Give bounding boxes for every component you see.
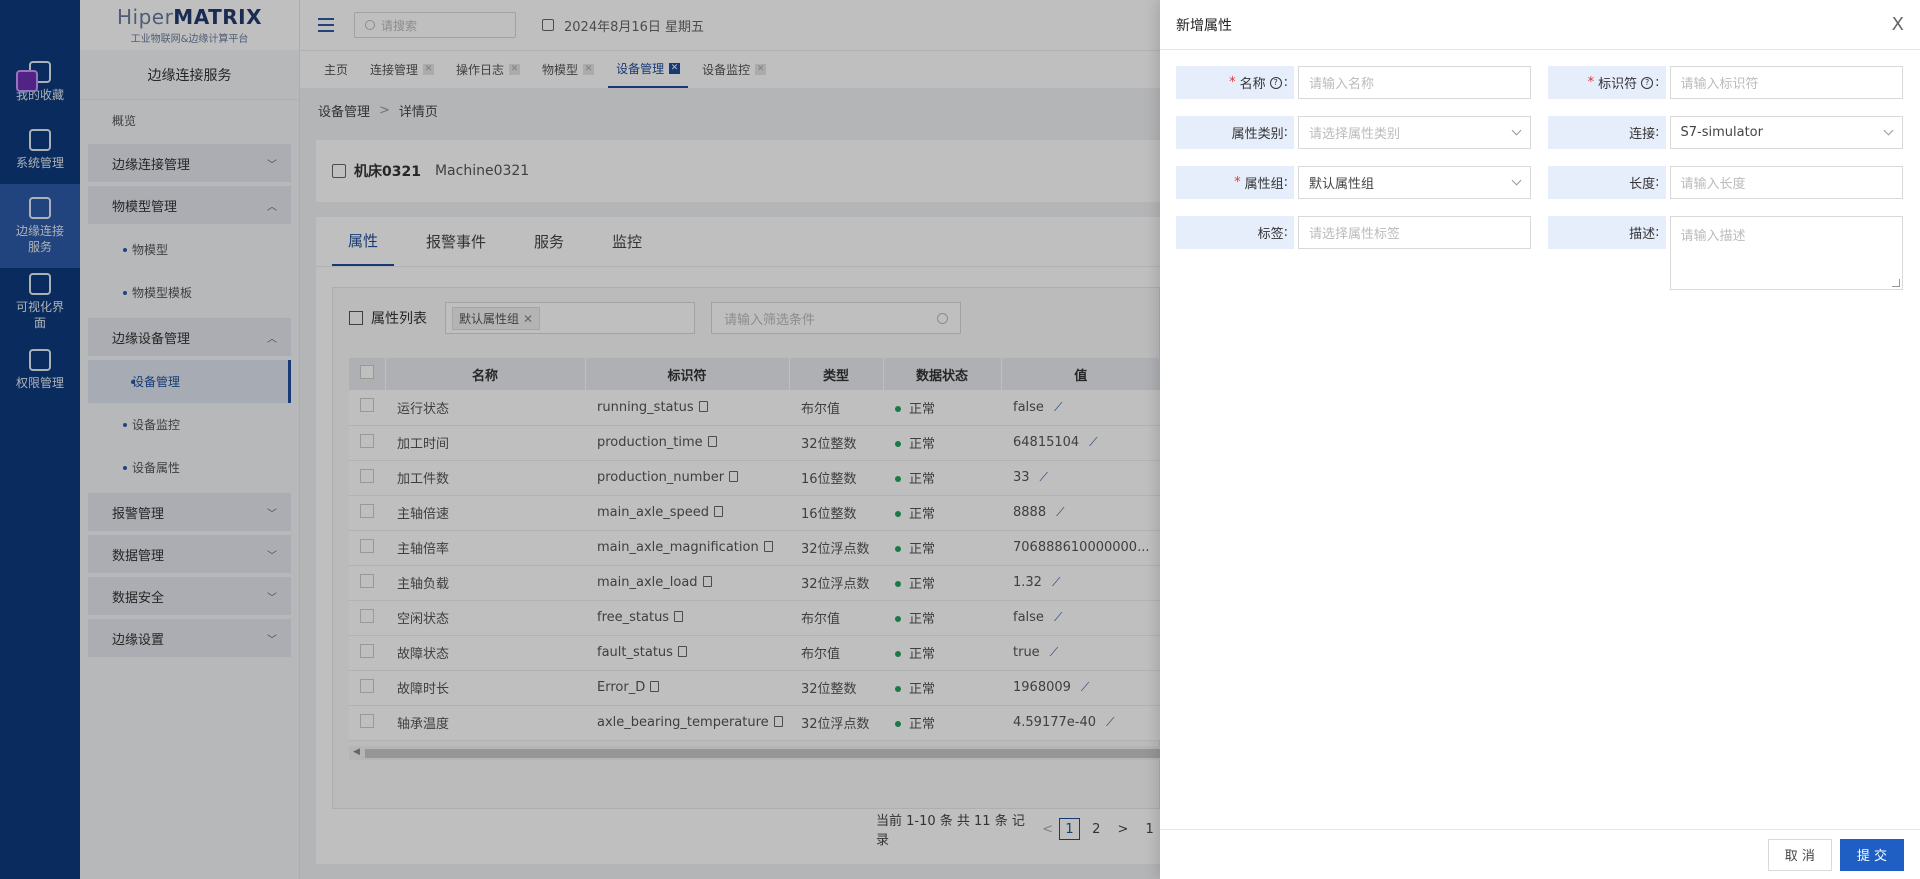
field-name: * 名称?: 请输入名称: [1176, 66, 1533, 99]
tags-select[interactable]: 请选择属性标签: [1298, 216, 1531, 249]
modal-overlay[interactable]: [0, 0, 1160, 879]
chevron-down-icon: [1511, 175, 1522, 186]
tags-label: 标签: [1257, 227, 1284, 242]
field-group: * 属性组: 默认属性组: [1176, 166, 1533, 199]
category-select[interactable]: 请选择属性类别: [1298, 116, 1531, 149]
help-icon[interactable]: ?: [1641, 76, 1654, 89]
field-length: 长度: 请输入长度: [1547, 166, 1905, 199]
field-category: 属性类别: 请选择属性类别: [1176, 116, 1533, 149]
name-label: 名称: [1239, 77, 1266, 92]
cancel-button[interactable]: 取 消: [1767, 838, 1832, 871]
description-textarea[interactable]: 请输入描述: [1669, 216, 1903, 290]
field-description: 描述: 请输入描述: [1547, 216, 1905, 290]
close-icon[interactable]: X: [1892, 14, 1904, 35]
length-input[interactable]: 请输入长度: [1669, 166, 1903, 199]
help-icon[interactable]: ?: [1269, 76, 1282, 89]
connection-label: 连接: [1629, 127, 1656, 142]
resize-handle-icon[interactable]: [1891, 279, 1900, 287]
name-input[interactable]: 请输入名称: [1298, 66, 1531, 99]
length-label: 长度: [1629, 177, 1656, 192]
drawer-footer: 取 消 提 交: [1160, 829, 1920, 879]
drawer-header: 新增属性 X: [1160, 0, 1920, 50]
description-label: 描述: [1629, 227, 1656, 242]
field-tags: 标签: 请选择属性标签: [1176, 216, 1533, 290]
add-attribute-drawer: 新增属性 X * 名称?: 请输入名称 * 标识符?: 请输入标识符 属性类别: 请…: [1160, 0, 1920, 879]
chevron-down-icon: [1883, 125, 1893, 136]
connection-select[interactable]: S7-simulator: [1669, 116, 1903, 149]
identifier-label: 标识符: [1598, 77, 1638, 92]
category-label: 属性类别: [1231, 127, 1284, 142]
field-connection: 连接: S7-simulator: [1547, 116, 1905, 149]
group-select[interactable]: 默认属性组: [1298, 166, 1531, 199]
attribute-form: * 名称?: 请输入名称 * 标识符?: 请输入标识符 属性类别: 请选择属性类别 …: [1176, 66, 1904, 307]
drawer-title: 新增属性: [1176, 17, 1232, 34]
chevron-down-icon: [1511, 125, 1522, 136]
group-label: 属性组: [1244, 177, 1284, 192]
identifier-input[interactable]: 请输入标识符: [1669, 66, 1903, 99]
submit-button[interactable]: 提 交: [1839, 838, 1904, 871]
field-identifier: * 标识符?: 请输入标识符: [1547, 66, 1905, 99]
